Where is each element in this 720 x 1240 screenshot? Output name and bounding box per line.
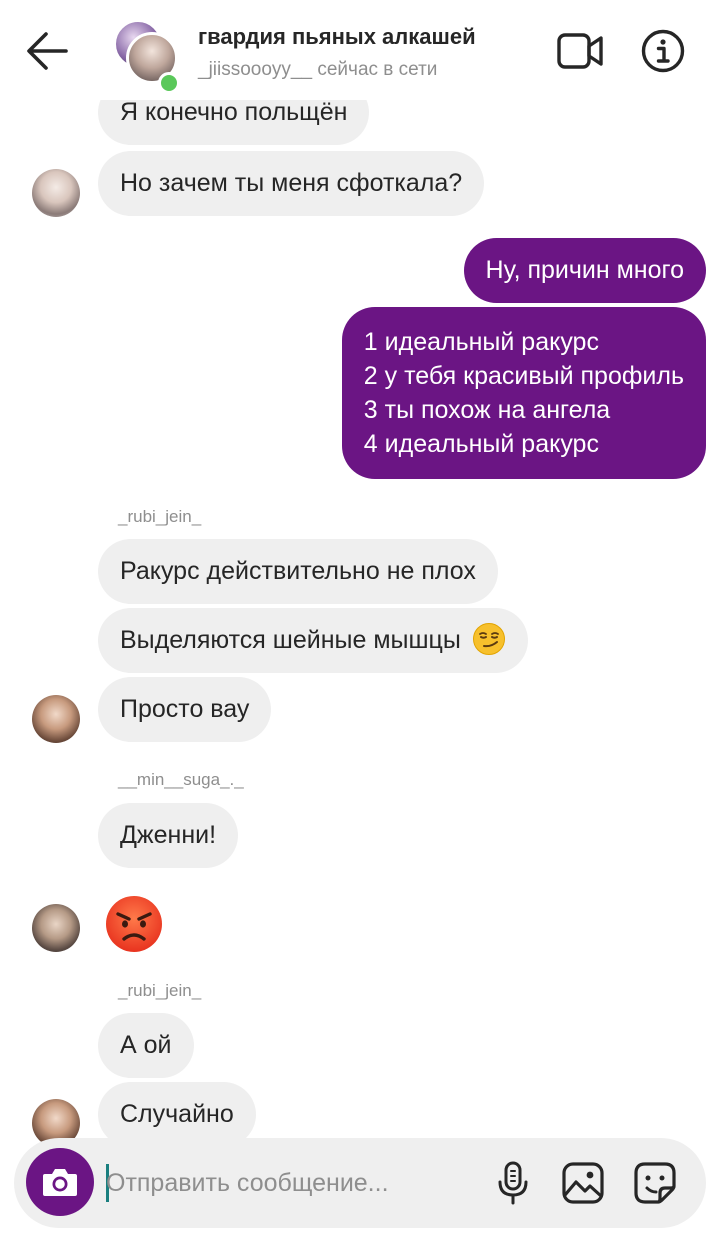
back-button[interactable]: [22, 28, 72, 74]
arrow-left-icon: [27, 32, 68, 70]
chat-status: _jiissoooyy__ сейчас в сети: [198, 59, 437, 81]
gallery-icon: [562, 1162, 604, 1204]
message-text: Просто вау: [120, 695, 250, 723]
message-text: Выделяются шейные мышцы: [120, 626, 461, 654]
video-camera-icon: [557, 33, 603, 69]
sticker-button[interactable]: [632, 1160, 678, 1206]
voice-message-button[interactable]: [490, 1160, 536, 1206]
microphone-icon: [498, 1161, 528, 1205]
message-line: 2 у тебя красивый профиль: [363, 362, 684, 390]
status-username: _jiissoooyy__: [198, 59, 313, 80]
message-text: Я конечно польщён: [120, 98, 348, 126]
sender-avatar[interactable]: [32, 695, 80, 743]
sticker-icon: [634, 1162, 676, 1204]
camera-icon: [43, 1169, 77, 1196]
video-call-button[interactable]: [556, 30, 604, 72]
direct-chat-screen: гвардия пьяных алкашей _jiissoooyy__ сей…: [0, 0, 720, 1240]
gallery-button[interactable]: [560, 1160, 606, 1206]
sender-name: _rubi_jein_: [118, 981, 202, 1000]
own-message-bubble[interactable]: 1 идеальный ракурс 2 у тебя красивый про…: [341, 307, 706, 479]
message-line: 4 идеальный ракурс: [363, 430, 599, 458]
camera-button[interactable]: [26, 1148, 94, 1216]
message-text: Ракурс действительно не плох: [120, 557, 476, 585]
own-message-bubble[interactable]: Ну, причин много: [463, 238, 706, 303]
message-bubble[interactable]: Просто вау: [98, 677, 272, 742]
message-bubble[interactable]: А ой: [98, 1013, 194, 1078]
message-text: Дженни!: [120, 821, 217, 849]
message-text: А ой: [120, 1031, 172, 1059]
info-button[interactable]: [640, 28, 686, 74]
sender-avatar[interactable]: [32, 169, 80, 217]
sender-avatar[interactable]: [32, 904, 80, 952]
message-bubble[interactable]: Дженни!: [98, 803, 239, 868]
smirk-emoji: [472, 623, 505, 656]
angry-face-emoji[interactable]: [104, 894, 164, 954]
message-bubble[interactable]: Выделяются шейные мышцы: [98, 608, 528, 673]
info-icon: [641, 29, 685, 73]
group-avatar[interactable]: [112, 18, 180, 94]
sender-name: _rubi_jein_: [118, 507, 202, 526]
message-input[interactable]: [106, 1160, 486, 1206]
chat-title[interactable]: гвардия пьяных алкашей: [198, 24, 476, 50]
online-indicator: [158, 72, 180, 94]
message-line: 1 идеальный ракурс: [363, 328, 599, 356]
message-text: Но зачем ты меня сфоткала?: [120, 169, 463, 197]
message-line: 3 ты похож на ангела: [363, 396, 611, 424]
status-text: сейчас в сети: [317, 59, 438, 80]
message-text: Ну, причин много: [485, 256, 684, 284]
message-composer: [14, 1138, 706, 1228]
message-bubble[interactable]: Ракурс действительно не плох: [98, 539, 498, 604]
sender-name: __min__suga_._: [118, 770, 244, 789]
message-text: Случайно: [120, 1100, 234, 1128]
message-bubble[interactable]: Но зачем ты меня сфоткала?: [98, 151, 485, 216]
chat-header: гвардия пьяных алкашей _jiissoooyy__ сей…: [0, 0, 720, 100]
